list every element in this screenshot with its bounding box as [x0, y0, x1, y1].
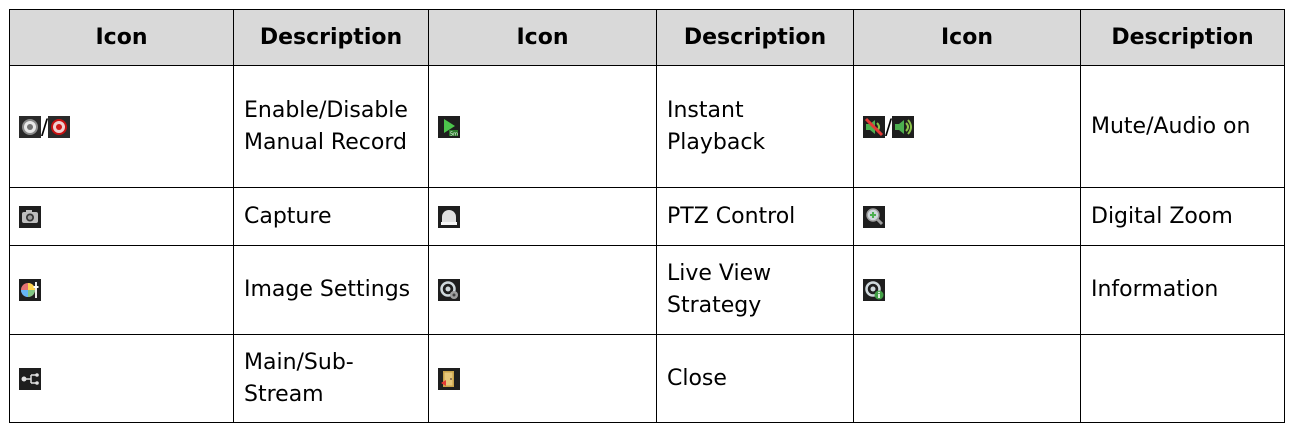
instant-playback-icon: 5m [438, 115, 460, 138]
icon-cell [428, 334, 657, 423]
header-row: Icon Description Icon Description Icon D… [9, 9, 1285, 66]
icon-description-table: Icon Description Icon Description Icon D… [9, 9, 1285, 423]
empty-cell [853, 334, 1081, 423]
close-icon [438, 367, 460, 390]
icon-cell [9, 334, 234, 423]
table-row: Capture PTZ Control Digital Zoom [9, 187, 1285, 246]
icon-cell: / [853, 65, 1081, 188]
audio-on-icon [892, 115, 915, 138]
icon-separator: / [41, 114, 49, 139]
record-on-icon [48, 115, 71, 138]
capture-icon [19, 205, 41, 228]
icon-cell [428, 245, 657, 335]
icon-cell [9, 245, 234, 335]
table-row: / Enable/Disable Manual Record 5m Instan… [9, 65, 1285, 188]
header-description: Description [233, 9, 429, 66]
icon-cell [9, 187, 234, 246]
icon-cell [853, 187, 1081, 246]
description-cell: Live View Strategy [656, 245, 854, 335]
icon-cell [853, 245, 1081, 335]
description-cell: Digital Zoom [1080, 187, 1285, 246]
description-cell: Image Settings [233, 245, 429, 335]
description-cell: Enable/Disable Manual Record [233, 65, 429, 188]
description-cell: Information [1080, 245, 1285, 335]
empty-cell [1080, 334, 1285, 423]
digital-zoom-icon [863, 205, 885, 228]
description-cell: Mute/Audio on [1080, 65, 1285, 188]
ptz-dome-icon [438, 205, 460, 228]
description-cell: Instant Playback [656, 65, 854, 188]
stream-switch-icon [19, 367, 41, 390]
table-row: Image Settings Live View Strategy Inform… [9, 245, 1285, 335]
icon-cell: 5m [428, 65, 657, 188]
record-off-icon [19, 115, 41, 138]
header-icon: Icon [853, 9, 1081, 66]
header-icon: Icon [9, 9, 234, 66]
header-description: Description [1080, 9, 1285, 66]
table-row: Main/Sub-Stream Close [9, 334, 1285, 423]
description-cell: PTZ Control [656, 187, 854, 246]
information-icon [863, 279, 885, 301]
svg-text:5m: 5m [450, 131, 458, 137]
icon-cell: / [9, 65, 234, 188]
description-cell: Main/Sub-Stream [233, 334, 429, 423]
header-description: Description [656, 9, 854, 66]
description-cell: Close [656, 334, 854, 423]
description-cell: Capture [233, 187, 429, 246]
mute-icon [863, 115, 885, 138]
image-settings-icon [19, 279, 41, 301]
icon-separator: / [885, 114, 893, 139]
icon-cell [428, 187, 657, 246]
header-icon: Icon [428, 9, 657, 66]
live-view-strategy-icon [438, 279, 460, 301]
